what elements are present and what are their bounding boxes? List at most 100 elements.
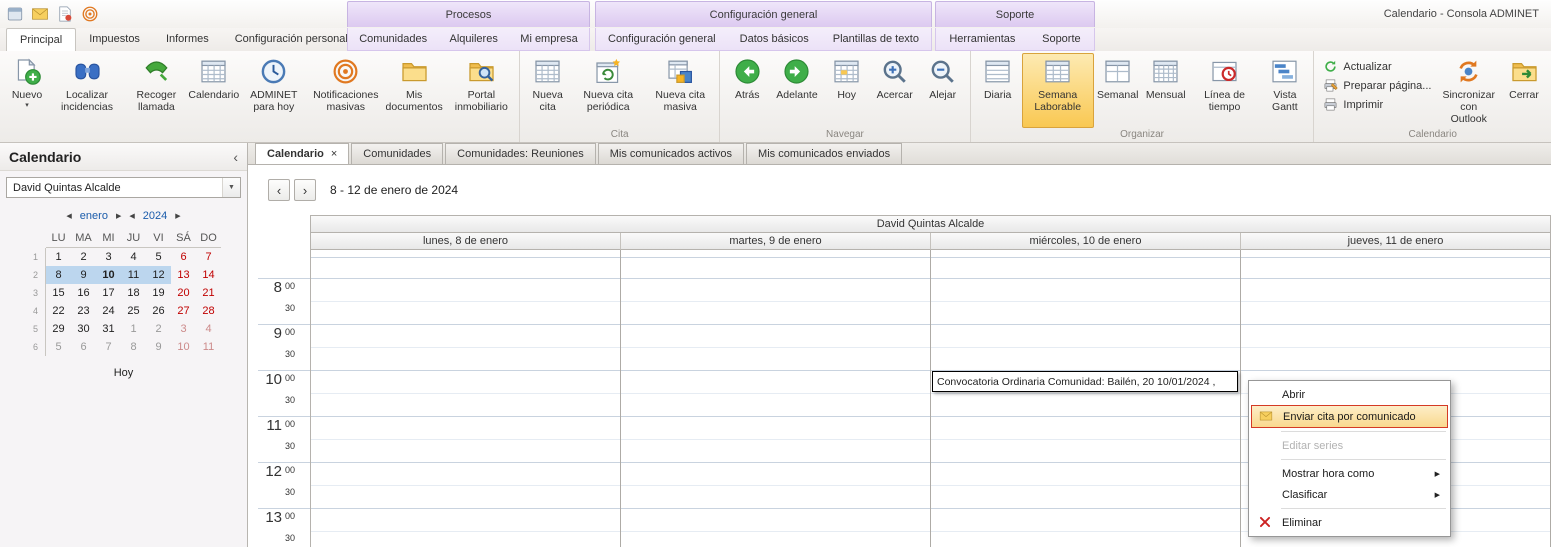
quick-access-button[interactable] (31, 5, 49, 23)
mini-calendar-cell[interactable]: 1 (121, 320, 146, 338)
mini-calendar-cell[interactable]: 24 (96, 302, 121, 320)
mini-calendar-cell[interactable]: 31 (96, 320, 121, 338)
context-menu-item[interactable]: Enviar cita por comunicado (1251, 405, 1448, 428)
ribbon-button[interactable]: Vista Gantt (1259, 53, 1310, 128)
quick-access-button[interactable] (81, 5, 99, 23)
mini-calendar-cell[interactable]: 3 (96, 248, 121, 266)
ribbon-tab[interactable]: Configuración personal (222, 28, 361, 51)
mini-calendar-cell[interactable]: 10 (171, 338, 196, 356)
ribbon-tab[interactable]: Principal (6, 28, 76, 51)
mini-calendar-cell[interactable]: 3 (26, 284, 46, 302)
ribbon-tab[interactable]: Alquileres (446, 29, 502, 49)
mini-calendar-cell[interactable]: 17 (96, 284, 121, 302)
next-year-icon[interactable]: ▶ (175, 212, 180, 220)
document-tab[interactable]: Mis comunicados activos (598, 143, 744, 164)
mini-calendar-cell[interactable]: 11 (121, 266, 146, 284)
mini-calendar-cell[interactable]: 18 (121, 284, 146, 302)
mini-calendar-cell[interactable]: 22 (46, 302, 71, 320)
day-column[interactable] (621, 250, 931, 547)
next-period-button[interactable]: › (294, 179, 316, 201)
mini-calendar-cell[interactable]: 5 (46, 338, 71, 356)
prev-month-icon[interactable]: ◀ (66, 212, 71, 220)
ribbon-tab[interactable]: Herramientas (945, 29, 1019, 49)
mini-calendar-cell[interactable]: 15 (46, 284, 71, 302)
mini-calendar-cell[interactable]: 20 (171, 284, 196, 302)
mini-calendar-cell[interactable]: 6 (171, 248, 196, 266)
ribbon-tab[interactable]: Configuración general (604, 29, 720, 49)
ribbon-tab[interactable]: Mi empresa (516, 29, 581, 49)
next-month-icon[interactable]: ▶ (116, 212, 121, 220)
mini-calendar-cell[interactable]: 21 (196, 284, 221, 302)
collapse-sidebar-icon[interactable]: ‹ (233, 149, 238, 165)
ribbon-button[interactable]: Acercar (871, 53, 919, 128)
mini-calendar-cell[interactable]: 30 (71, 320, 96, 338)
mini-calendar-cell[interactable]: 6 (26, 338, 46, 356)
mini-calendar-cell[interactable]: 23 (71, 302, 96, 320)
mini-calendar-cell[interactable]: 8 (121, 338, 146, 356)
mini-calendar-cell[interactable]: 3 (171, 320, 196, 338)
ribbon-button[interactable]: Sincronizar con Outlook (1437, 53, 1500, 128)
mini-calendar-cell[interactable]: 25 (121, 302, 146, 320)
mini-calendar-cell[interactable]: 5 (26, 320, 46, 338)
mini-calendar-cell[interactable]: 1 (26, 248, 46, 266)
mini-calendar-cell[interactable]: 10 (96, 266, 121, 284)
ribbon-button[interactable]: Nueva cita (523, 53, 572, 128)
owner-dropdown[interactable]: David Quintas Alcalde ▼ (6, 177, 241, 198)
mini-calendar-cell[interactable]: 13 (171, 266, 196, 284)
quick-access-button[interactable] (6, 5, 24, 23)
mini-calendar-cell[interactable]: 9 (71, 266, 96, 284)
mini-calendar-cell[interactable]: 2 (146, 320, 171, 338)
ribbon-tab[interactable]: Plantillas de texto (829, 29, 923, 49)
context-menu-item[interactable]: Clasificar ▶ (1251, 484, 1448, 505)
mini-calendar-cell[interactable]: 1 (46, 248, 71, 266)
context-menu-item[interactable]: Eliminar (1251, 512, 1448, 533)
mini-calendar-cell[interactable]: 5 (146, 248, 171, 266)
day-column[interactable] (931, 250, 1241, 547)
document-tab[interactable]: Mis comunicados enviados (746, 143, 902, 164)
document-tab[interactable]: Comunidades: Reuniones (445, 143, 596, 164)
mini-calendar-cell[interactable]: 8 (46, 266, 71, 284)
ribbon-tab[interactable]: Informes (153, 28, 222, 51)
ribbon-button[interactable]: Semanal (1094, 53, 1142, 128)
ribbon-button[interactable]: Mis documentos (382, 53, 447, 128)
close-tab-icon[interactable]: × (331, 148, 337, 160)
ribbon-button[interactable]: Portal inmobiliario (446, 53, 516, 128)
mini-calendar-cell[interactable]: 27 (171, 302, 196, 320)
mini-calendar-cell[interactable]: 4 (196, 320, 221, 338)
ribbon-button[interactable]: Localizar incidencias (51, 53, 123, 128)
mini-calendar-cell[interactable]: 29 (46, 320, 71, 338)
mini-calendar-cell[interactable]: 9 (146, 338, 171, 356)
mini-calendar-cell[interactable]: 26 (146, 302, 171, 320)
today-button[interactable]: Hoy (4, 367, 243, 379)
ribbon-tab[interactable]: Comunidades (355, 29, 431, 49)
mini-calendar-cell[interactable]: 6 (71, 338, 96, 356)
ribbon-small-button[interactable]: Actualizar (1323, 59, 1431, 74)
ribbon-button[interactable]: ADMINET para hoy (238, 53, 310, 128)
mini-calendar-cell[interactable]: 11 (196, 338, 221, 356)
document-tab[interactable]: Calendario × (255, 143, 349, 164)
caret-down-icon[interactable]: ▼ (222, 178, 240, 197)
appointment[interactable]: Convocatoria Ordinaria Comunidad: Bailén… (932, 371, 1238, 392)
mini-calendar-cell[interactable]: 2 (71, 248, 96, 266)
ribbon-button[interactable]: Calendario (190, 53, 238, 128)
ribbon-button[interactable]: Notificaciones masivas (310, 53, 382, 128)
ribbon-button[interactable]: Hoy (823, 53, 871, 128)
mini-calendar-cell[interactable]: 19 (146, 284, 171, 302)
document-tab[interactable]: Comunidades (351, 143, 443, 164)
mini-calendar-cell[interactable]: 2 (26, 266, 46, 284)
ribbon-small-button[interactable]: Imprimir (1323, 97, 1431, 112)
mini-calendar-cell[interactable]: 16 (71, 284, 96, 302)
context-menu-item[interactable]: Editar series (1251, 435, 1448, 456)
quick-access-button[interactable] (56, 5, 74, 23)
prev-year-icon[interactable]: ◀ (129, 212, 134, 220)
ribbon-tab[interactable]: Datos básicos (736, 29, 813, 49)
ribbon-button[interactable]: Recoger llamada (123, 53, 190, 128)
context-menu-item[interactable]: Mostrar hora como ▶ (1251, 463, 1448, 484)
ribbon-tab[interactable]: Soporte (1038, 29, 1085, 49)
mini-calendar-cell[interactable]: 4 (26, 302, 46, 320)
ribbon-button[interactable]: Semana Laborable (1022, 53, 1094, 128)
previous-period-button[interactable]: ‹ (268, 179, 290, 201)
context-menu-item[interactable] (1281, 459, 1446, 460)
day-column[interactable] (311, 250, 621, 547)
ribbon-small-button[interactable]: Preparar página... (1323, 78, 1431, 93)
